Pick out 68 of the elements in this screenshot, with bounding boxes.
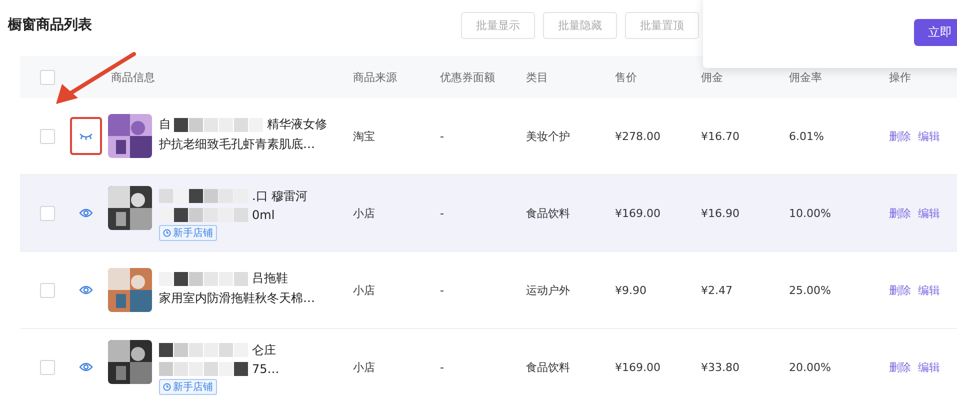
commission-cell-text: ¥2.47 bbox=[701, 284, 734, 296]
eye-icon[interactable] bbox=[79, 285, 93, 295]
category-cell-text: 美妆个护 bbox=[526, 128, 571, 144]
bulk-action-button[interactable]: 批量隐藏 bbox=[543, 12, 617, 38]
product-title: 75… bbox=[252, 362, 280, 376]
coupon-cell-text: - bbox=[440, 206, 445, 220]
product-title: 家用室内防滑拖鞋秋冬天棉… bbox=[159, 290, 315, 307]
price-cell-text: ¥9.90 bbox=[615, 284, 648, 296]
column-header: 佣金率 bbox=[789, 70, 823, 84]
action-link[interactable]: 删除 bbox=[889, 206, 911, 220]
column-header: 佣金 bbox=[701, 70, 724, 84]
action-link[interactable]: 编辑 bbox=[918, 282, 940, 298]
shop-tag: 新手店铺 bbox=[159, 378, 217, 394]
action-link[interactable]: 编辑 bbox=[918, 360, 940, 374]
coupon-cell-text: - bbox=[440, 130, 445, 142]
price-cell-text: ¥169.00 bbox=[615, 360, 662, 374]
product-title: .口 穆雷河 bbox=[252, 188, 308, 204]
source-cell-text: 小店 bbox=[353, 360, 376, 374]
clock-icon bbox=[163, 382, 171, 390]
product-title: 自 bbox=[159, 116, 171, 133]
shop-tag: 新手店铺 bbox=[159, 224, 217, 240]
coupon-cell-text: - bbox=[440, 360, 445, 374]
rate-cell-text: 10.00% bbox=[789, 206, 832, 220]
column-header: 商品信息 bbox=[110, 70, 156, 84]
source-cell-text: 淘宝 bbox=[353, 128, 376, 144]
confirm-button[interactable]: 立即 bbox=[914, 19, 957, 46]
rate-cell-text: 6.01% bbox=[789, 130, 825, 142]
category-cell-text: 食品饮料 bbox=[526, 206, 571, 220]
action-link[interactable]: 删除 bbox=[889, 360, 911, 374]
action-link[interactable]: 删除 bbox=[889, 282, 911, 298]
eye-icon[interactable] bbox=[79, 362, 93, 372]
row-checkbox[interactable] bbox=[40, 128, 55, 144]
product-title: 0ml bbox=[252, 208, 275, 222]
source-cell-text: 小店 bbox=[353, 282, 376, 298]
bulk-action-button[interactable]: 批量显示 bbox=[461, 12, 535, 38]
commission-cell-text: ¥16.70 bbox=[701, 130, 740, 142]
column-header: 类目 bbox=[526, 70, 549, 84]
action-link[interactable]: 编辑 bbox=[918, 128, 940, 144]
action-link[interactable]: 删除 bbox=[889, 128, 911, 144]
commission-cell-text: ¥33.80 bbox=[701, 360, 740, 374]
annotation-frame[interactable] bbox=[70, 117, 102, 155]
rate-cell-text: 25.00% bbox=[789, 284, 832, 296]
eye-icon[interactable] bbox=[79, 208, 93, 218]
category-cell-text: 食品饮料 bbox=[526, 360, 571, 374]
commission-cell-text: ¥16.90 bbox=[701, 206, 740, 220]
column-header: 优惠券面额 bbox=[440, 70, 496, 84]
row-checkbox[interactable] bbox=[40, 282, 55, 298]
row-checkbox[interactable] bbox=[40, 360, 55, 374]
product-title: 精华液女修 bbox=[267, 116, 327, 133]
category-cell-text: 运动户外 bbox=[526, 282, 571, 298]
product-title: 护抗老细致毛孔虾青素肌底… bbox=[159, 136, 315, 153]
row-checkbox[interactable] bbox=[40, 206, 55, 220]
coupon-cell-text: - bbox=[440, 284, 445, 296]
column-header: 售价 bbox=[615, 70, 638, 84]
select-all-checkbox[interactable] bbox=[40, 70, 55, 84]
product-title: 仑庄 bbox=[252, 342, 276, 358]
column-header: 操作 bbox=[889, 70, 912, 84]
clock-icon bbox=[163, 228, 171, 236]
rate-cell-text: 20.00% bbox=[789, 360, 832, 374]
product-title: 吕拖鞋 bbox=[252, 270, 288, 287]
bulk-action-button[interactable]: 批量置顶 bbox=[625, 12, 699, 38]
action-link[interactable]: 编辑 bbox=[918, 206, 940, 220]
source-cell-text: 小店 bbox=[353, 206, 376, 220]
page-title: 橱窗商品列表 bbox=[8, 16, 92, 34]
eye-closed-icon[interactable] bbox=[79, 132, 93, 140]
column-header: 商品来源 bbox=[353, 70, 398, 84]
price-cell-text: ¥278.00 bbox=[615, 130, 662, 142]
price-cell-text: ¥169.00 bbox=[615, 206, 662, 220]
